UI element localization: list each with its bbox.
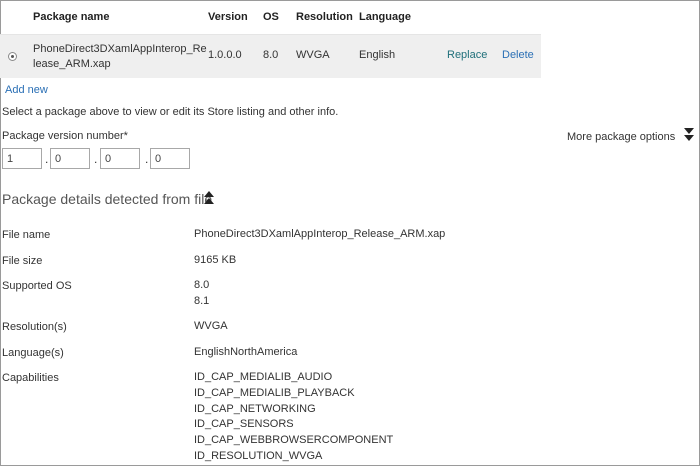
file-name-label: File name (2, 229, 51, 241)
capability-item: ID_CAP_MEDIALIB_PLAYBACK (194, 386, 355, 399)
package-language-cell: English (359, 49, 396, 61)
capabilities-list: ID_CAP_MEDIALIB_AUDIO ID_CAP_MEDIALIB_PL… (194, 370, 393, 465)
version-revision-input[interactable] (150, 148, 190, 169)
package-os-cell: 8.0 (263, 49, 279, 61)
capability-item: ID_CAP_MEDIALIB_AUDIO (194, 371, 333, 383)
capability-item: ID_CAP_NETWORKING (194, 402, 316, 415)
header-package-name: Package name (33, 11, 110, 23)
package-version-cell: 1.0.0.0 (208, 49, 242, 61)
package-name-cell: PhoneDirect3DXamlAppInterop_Re lease_ARM… (33, 42, 207, 72)
double-chevron-down-icon[interactable] (684, 127, 694, 143)
file-size-value: 9165 KB (194, 254, 237, 266)
package-radio[interactable] (8, 52, 17, 61)
header-resolution: Resolution (296, 11, 353, 23)
package-name-line2: lease_ARM.xap (33, 58, 111, 70)
replace-link[interactable]: Replace (447, 49, 487, 61)
languages-label: Language(s) (2, 347, 64, 359)
package-table: Package name Version OS Resolution Langu… (0, 0, 541, 78)
supported-os-item: 8.1 (194, 294, 210, 307)
version-build-input[interactable] (100, 148, 140, 169)
supported-os-item: 8.0 (194, 279, 210, 291)
version-minor-input[interactable] (50, 148, 90, 169)
capability-item: ID_RESOLUTION_WVGA (194, 449, 323, 462)
version-separator: . (94, 152, 98, 166)
capabilities-label: Capabilities (2, 372, 59, 384)
languages-value: EnglishNorthAmerica (194, 346, 298, 358)
capability-item: ID_CAP_WEBBROWSERCOMPONENT (194, 434, 394, 447)
select-package-hint: Select a package above to view or edit i… (2, 106, 339, 118)
version-separator: . (45, 152, 49, 166)
supported-os-values: 8.0 8.1 (194, 278, 209, 310)
supported-os-label: Supported OS (2, 280, 72, 292)
file-name-value: PhoneDirect3DXamlAppInterop_Release_ARM.… (194, 228, 446, 240)
version-separator: . (145, 152, 149, 166)
header-os: OS (263, 11, 279, 23)
header-version: Version (208, 11, 248, 23)
more-package-options-label[interactable]: More package options (567, 131, 675, 143)
file-size-label: File size (2, 255, 43, 267)
version-major-input[interactable] (2, 148, 42, 169)
delete-link[interactable]: Delete (502, 49, 534, 61)
table-header: Package name Version OS Resolution Langu… (0, 0, 541, 35)
package-details-title: Package details detected from file (2, 191, 213, 207)
double-chevron-up-icon[interactable] (204, 190, 214, 206)
package-name-line1: PhoneDirect3DXamlAppInterop_Re (33, 43, 207, 55)
version-number-label: Package version number* (2, 130, 128, 142)
resolutions-label: Resolution(s) (2, 321, 67, 333)
capability-item: ID_CAP_SENSORS (194, 418, 294, 431)
add-new-link[interactable]: Add new (5, 84, 48, 96)
package-resolution-cell: WVGA (296, 49, 330, 61)
table-row[interactable]: PhoneDirect3DXamlAppInterop_Re lease_ARM… (0, 35, 541, 78)
header-language: Language (359, 11, 411, 23)
resolutions-value: WVGA (194, 320, 228, 332)
